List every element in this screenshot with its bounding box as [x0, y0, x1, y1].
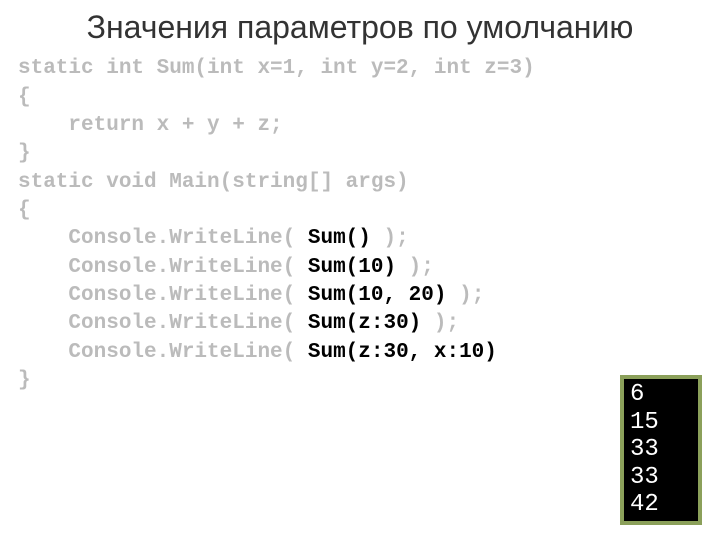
code-line-9-pre: Console.WriteLine( — [18, 284, 308, 307]
output-value-5: 42 — [630, 491, 696, 519]
code-line-11-pre: Console.WriteLine( — [18, 341, 308, 364]
code-line-8-post: ); — [396, 256, 434, 279]
code-call-4: Sum(z:30) — [308, 312, 421, 335]
code-line-12: } — [18, 369, 31, 392]
console-output: 6 15 33 33 42 — [620, 375, 702, 525]
code-line-1: static int Sum(int x=1, int y=2, int z=3… — [18, 57, 535, 80]
code-line-10-post: ); — [421, 312, 459, 335]
code-line-5: static void Main(string[] args) — [18, 171, 409, 194]
output-value-4: 33 — [630, 464, 696, 492]
code-call-1: Sum() — [308, 227, 371, 250]
output-value-1: 6 — [630, 381, 696, 409]
code-line-4: } — [18, 142, 31, 165]
output-value-2: 15 — [630, 409, 696, 437]
code-block: static int Sum(int x=1, int y=2, int z=3… — [0, 55, 720, 395]
code-line-7-post: ); — [371, 227, 409, 250]
code-line-2: { — [18, 86, 31, 109]
code-call-3: Sum(10, 20) — [308, 284, 447, 307]
slide-title: Значения параметров по умолчанию — [0, 0, 720, 55]
code-line-3: return x + y + z; — [18, 114, 283, 137]
code-call-5: Sum(z:30, x:10) — [308, 341, 497, 364]
code-call-2: Sum(10) — [308, 256, 396, 279]
code-line-9-post: ); — [446, 284, 484, 307]
code-line-8-pre: Console.WriteLine( — [18, 256, 308, 279]
output-value-3: 33 — [630, 436, 696, 464]
code-line-10-pre: Console.WriteLine( — [18, 312, 308, 335]
code-line-7-pre: Console.WriteLine( — [18, 227, 308, 250]
code-line-6: { — [18, 199, 31, 222]
